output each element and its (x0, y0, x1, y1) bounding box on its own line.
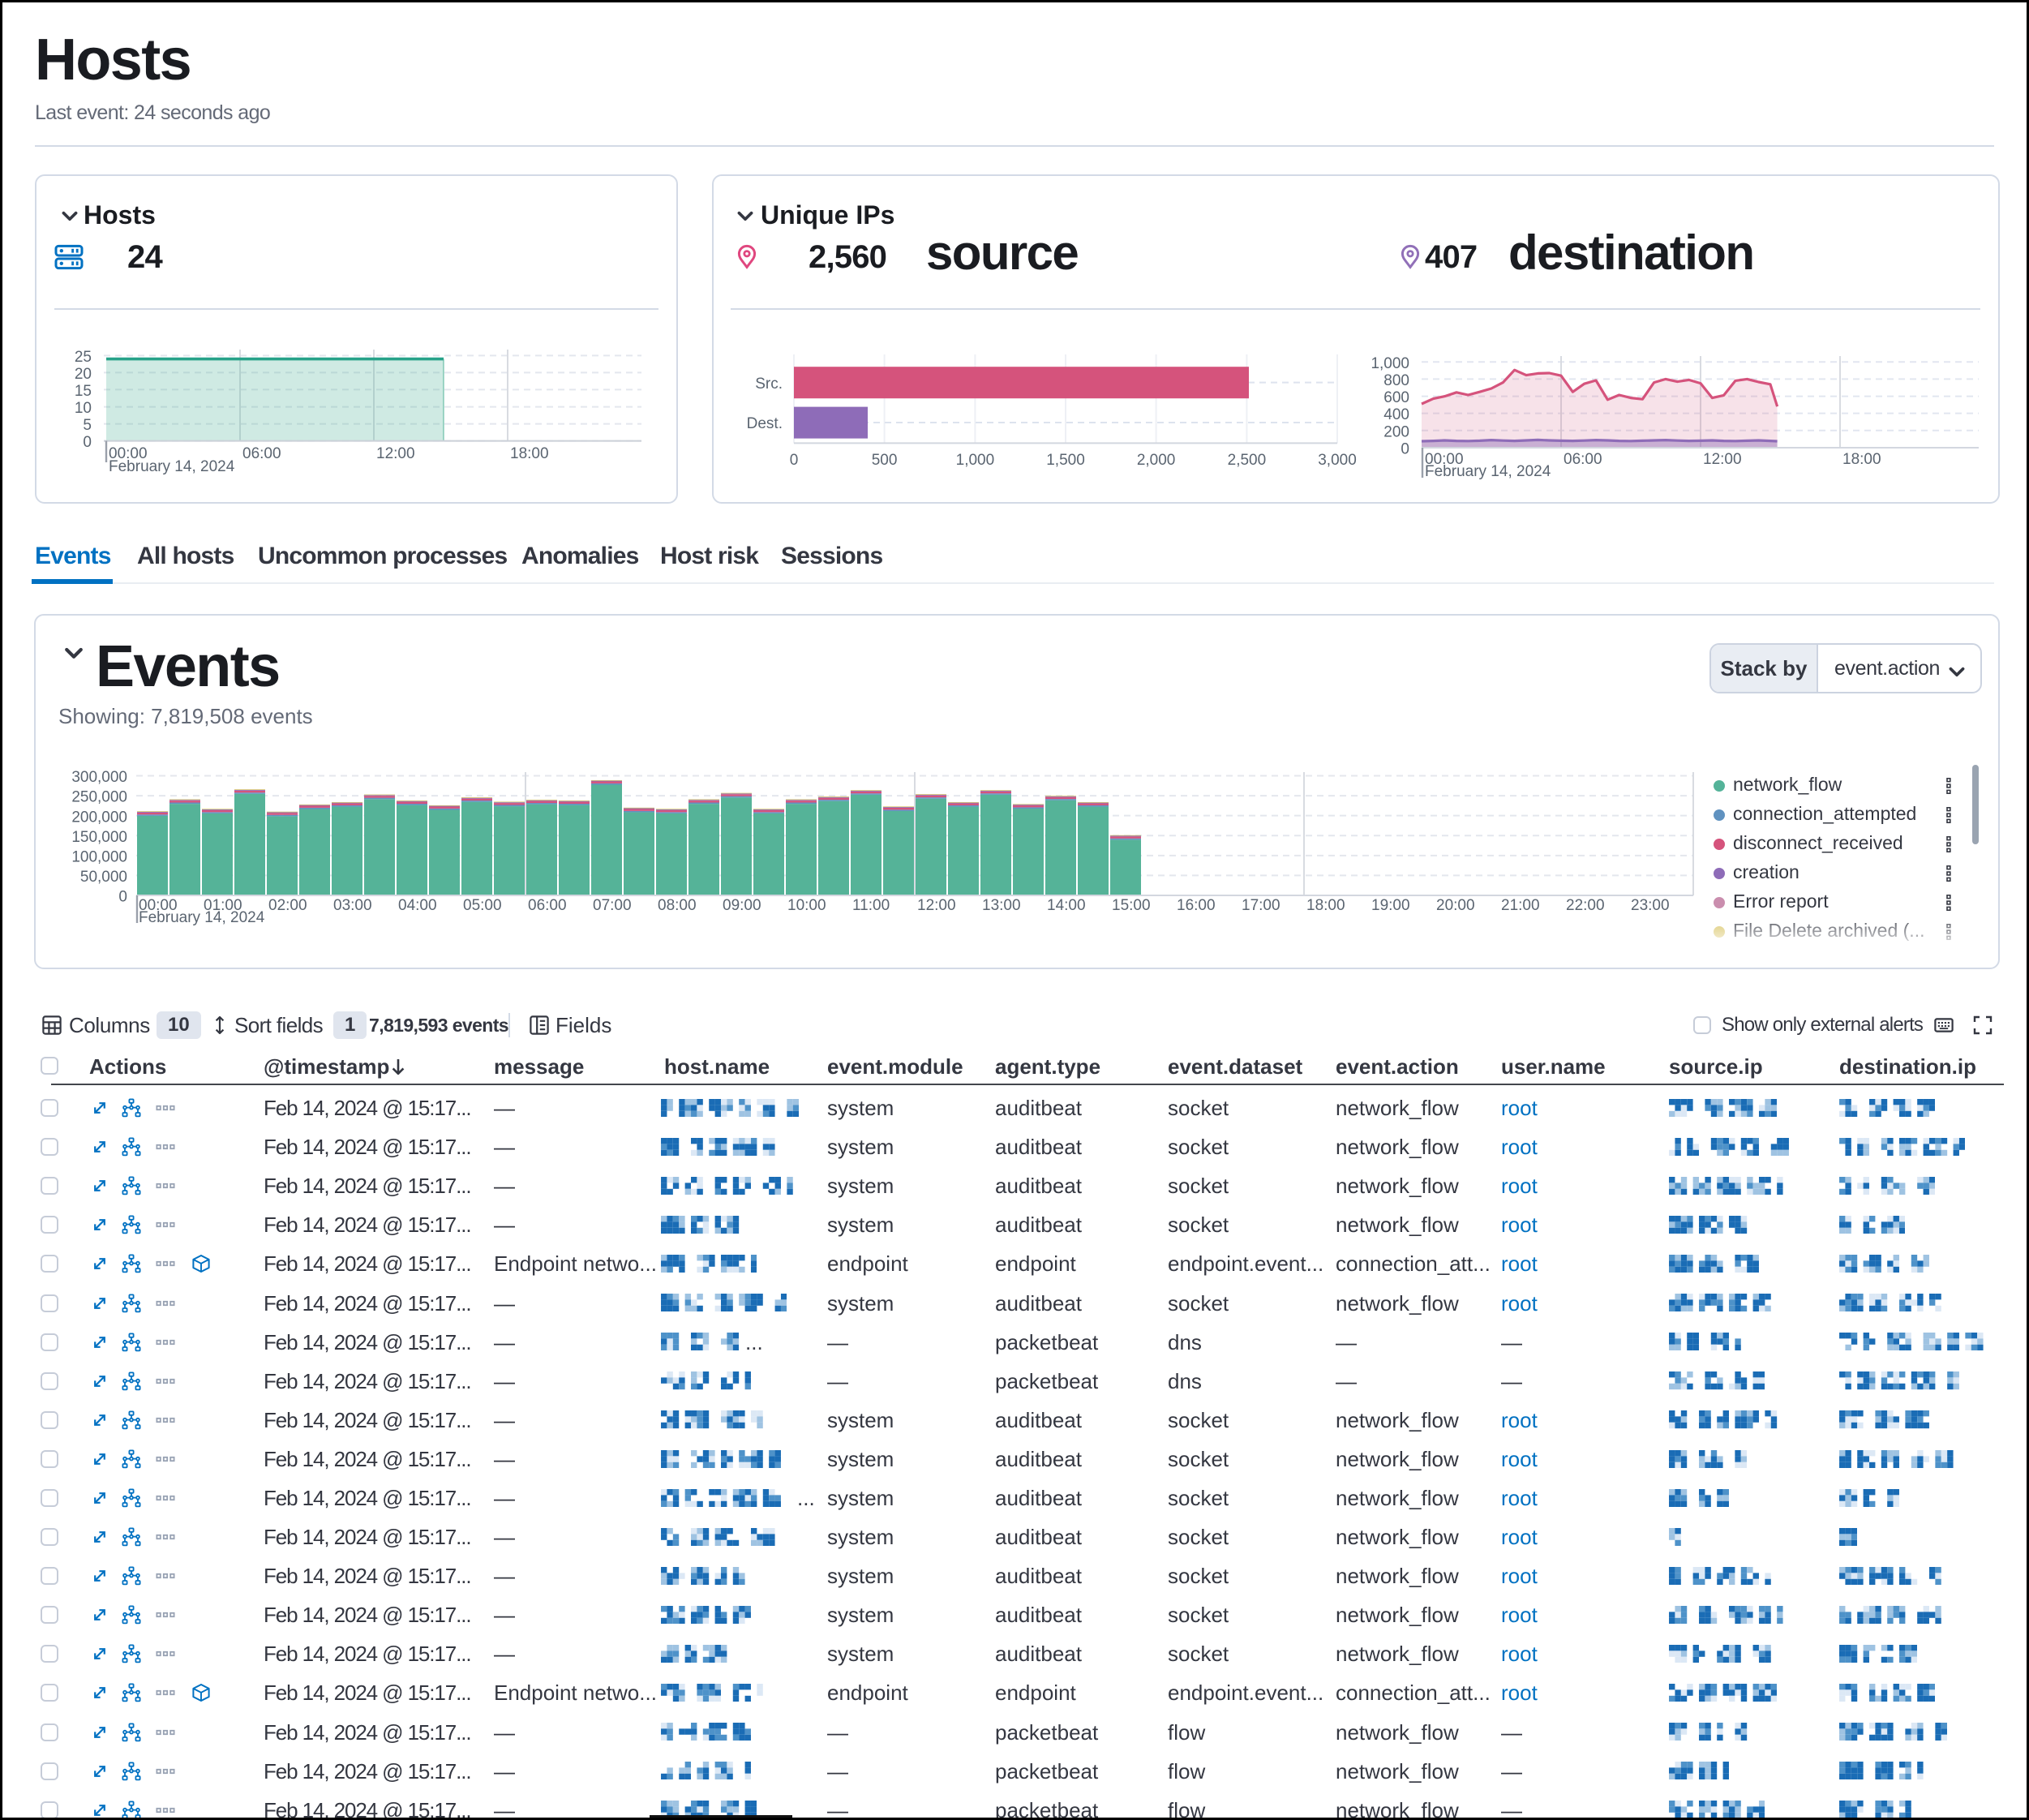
svg-text:Dest.: Dest. (747, 415, 783, 432)
svg-text:400: 400 (1383, 406, 1409, 423)
svg-text:1,000: 1,000 (1371, 355, 1409, 372)
svg-text:02:00: 02:00 (268, 897, 307, 914)
svg-text:15: 15 (75, 383, 92, 400)
svg-text:500: 500 (872, 452, 898, 469)
svg-text:21:00: 21:00 (1501, 897, 1540, 914)
svg-text:07:00: 07:00 (593, 897, 632, 914)
svg-text:18:00: 18:00 (1842, 451, 1881, 468)
svg-text:06:00: 06:00 (528, 897, 567, 914)
svg-text:13:00: 13:00 (982, 897, 1021, 914)
svg-text:03:00: 03:00 (333, 897, 372, 914)
svg-text:10:00: 10:00 (787, 897, 826, 914)
svg-text:19:00: 19:00 (1371, 897, 1410, 914)
svg-text:04:00: 04:00 (398, 897, 437, 914)
svg-text:0: 0 (790, 452, 799, 469)
svg-text:250,000: 250,000 (71, 789, 127, 806)
svg-text:0: 0 (118, 889, 127, 906)
svg-text:2,500: 2,500 (1228, 452, 1267, 469)
svg-text:600: 600 (1383, 389, 1409, 406)
svg-text:11:00: 11:00 (852, 897, 890, 914)
svg-text:10: 10 (75, 400, 92, 417)
svg-text:1,000: 1,000 (956, 452, 995, 469)
svg-text:17:00: 17:00 (1242, 897, 1280, 914)
svg-text:06:00: 06:00 (1564, 451, 1602, 468)
svg-text:Src.: Src. (755, 376, 783, 393)
svg-text:0: 0 (83, 434, 92, 451)
svg-text:200,000: 200,000 (71, 809, 127, 826)
svg-text:25: 25 (75, 349, 92, 366)
svg-text:1,500: 1,500 (1046, 452, 1085, 469)
svg-text:150,000: 150,000 (71, 829, 127, 846)
svg-text:12:00: 12:00 (917, 897, 956, 914)
svg-text:08:00: 08:00 (658, 897, 697, 914)
svg-text:23:00: 23:00 (1631, 897, 1670, 914)
svg-text:300,000: 300,000 (71, 769, 127, 786)
svg-text:20:00: 20:00 (1436, 897, 1475, 914)
svg-text:18:00: 18:00 (510, 445, 549, 462)
svg-text:50,000: 50,000 (80, 869, 127, 886)
svg-text:800: 800 (1383, 372, 1409, 389)
svg-text:15:00: 15:00 (1112, 897, 1151, 914)
svg-text:February 14, 2024: February 14, 2024 (1425, 463, 1551, 480)
svg-text:05:00: 05:00 (463, 897, 502, 914)
svg-text:February 14, 2024: February 14, 2024 (139, 909, 265, 926)
svg-text:18:00: 18:00 (1306, 897, 1345, 914)
svg-text:200: 200 (1383, 423, 1409, 440)
svg-text:100,000: 100,000 (71, 848, 127, 865)
svg-text:12:00: 12:00 (376, 445, 415, 462)
svg-text:09:00: 09:00 (723, 897, 761, 914)
svg-text:12:00: 12:00 (1703, 451, 1742, 468)
svg-text:5: 5 (83, 417, 92, 434)
svg-text:3,000: 3,000 (1318, 452, 1357, 469)
svg-text:20: 20 (75, 366, 92, 383)
svg-text:February 14, 2024: February 14, 2024 (109, 458, 235, 475)
svg-text:0: 0 (1401, 441, 1409, 458)
svg-text:2,000: 2,000 (1137, 452, 1176, 469)
svg-text:14:00: 14:00 (1047, 897, 1086, 914)
svg-text:22:00: 22:00 (1566, 897, 1605, 914)
svg-text:16:00: 16:00 (1177, 897, 1216, 914)
svg-text:06:00: 06:00 (242, 445, 281, 462)
